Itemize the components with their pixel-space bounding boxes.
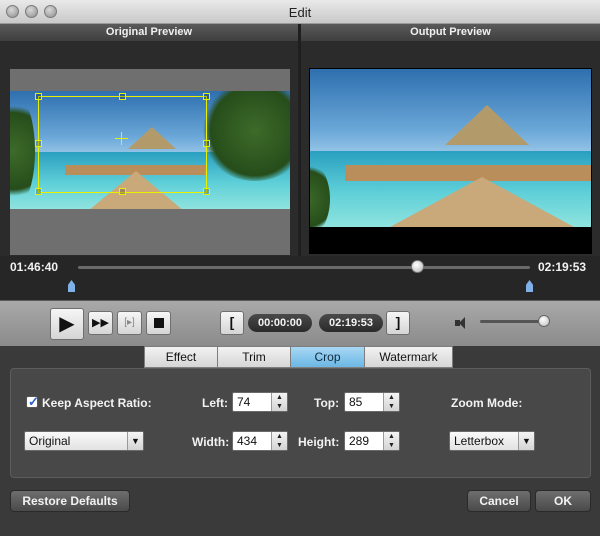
top-stepper[interactable]: 85 ▲ ▼ — [344, 392, 400, 412]
crop-handle-bottom-right[interactable] — [203, 188, 210, 195]
original-preview-header: Original Preview — [0, 24, 298, 41]
width-stepper[interactable]: 434 ▲ ▼ — [232, 431, 288, 451]
timeline-end-time: 02:19:53 — [538, 260, 587, 274]
crop-handle-left[interactable] — [35, 140, 42, 147]
original-preview-pane — [0, 41, 298, 256]
keep-aspect-label: Keep Aspect Ratio: — [42, 396, 152, 410]
title-bar: Edit — [0, 0, 600, 24]
frame-step-icon[interactable]: [▸] — [117, 311, 142, 335]
stop-icon[interactable] — [146, 311, 171, 335]
crop-handle-top[interactable] — [119, 93, 126, 100]
playhead-knob[interactable] — [411, 260, 424, 273]
left-value: 74 — [237, 395, 251, 409]
segment-end-time: 02:19:53 — [319, 314, 383, 332]
stepper-arrows-icon[interactable]: ▲ ▼ — [383, 393, 399, 411]
timeline-track[interactable] — [78, 266, 530, 269]
timeline — [0, 256, 600, 300]
tab-crop[interactable]: Crop — [290, 346, 365, 368]
aspect-select-value: Original — [29, 434, 71, 448]
left-label: Left: — [202, 396, 228, 410]
left-stepper[interactable]: 74 ▲ ▼ — [232, 392, 288, 412]
chevron-down-icon: ▼ — [518, 432, 534, 450]
aspect-select[interactable]: Original ▼ — [24, 431, 144, 451]
stepper-arrows-icon[interactable]: ▲ ▼ — [271, 393, 287, 411]
zoom-mode-label: Zoom Mode: — [451, 396, 523, 410]
height-value: 289 — [349, 434, 370, 448]
window-title: Edit — [288, 5, 312, 20]
fast-forward-icon[interactable]: ▶▶ — [88, 311, 113, 335]
tab-effect[interactable]: Effect — [144, 346, 218, 368]
crop-handle-top-right[interactable] — [203, 93, 210, 100]
stepper-arrows-icon[interactable]: ▲ ▼ — [271, 432, 287, 450]
width-label: Width: — [192, 435, 230, 449]
speaker-icon[interactable] — [454, 315, 470, 331]
keep-aspect-checkbox[interactable]: ✓ — [26, 394, 39, 409]
output-video-frame — [310, 69, 591, 227]
edit-window: Edit Original Preview Output Preview 01:… — [0, 0, 600, 536]
output-preview-pane — [301, 41, 600, 256]
top-value: 85 — [349, 395, 363, 409]
mark-in-button[interactable]: [ — [220, 311, 244, 335]
ok-button[interactable]: OK — [535, 490, 591, 512]
tab-watermark[interactable]: Watermark — [364, 346, 453, 368]
mark-out-button[interactable]: ] — [386, 311, 410, 335]
crop-panel: ✓ Keep Aspect Ratio: Original ▼ Left: 74… — [10, 368, 591, 478]
zoom-mode-select[interactable]: Letterbox ▼ — [449, 431, 535, 451]
crop-handle-bottom[interactable] — [119, 188, 126, 195]
timeline-start-time: 01:46:40 — [10, 260, 59, 274]
top-label: Top: — [314, 396, 340, 410]
play-icon[interactable]: ▶ — [50, 308, 84, 340]
crop-frame[interactable] — [38, 96, 207, 193]
width-value: 434 — [237, 434, 258, 448]
crop-handle-top-left[interactable] — [35, 93, 42, 100]
height-label: Height: — [298, 435, 340, 449]
zoom-mode-value: Letterbox — [454, 434, 505, 448]
playback-controls: ▶ ▶▶ [▸] [ 00:00:00 02:19:53 ] — [0, 300, 600, 346]
chevron-down-icon: ▼ — [127, 432, 143, 450]
height-stepper[interactable]: 289 ▲ ▼ — [344, 431, 400, 451]
segment-start-time: 00:00:00 — [248, 314, 312, 332]
tab-trim[interactable]: Trim — [217, 346, 291, 368]
crop-handle-right[interactable] — [203, 140, 210, 147]
output-preview-header: Output Preview — [301, 24, 600, 41]
crop-handle-bottom-left[interactable] — [35, 188, 42, 195]
cancel-button[interactable]: Cancel — [467, 490, 531, 512]
stepper-arrows-icon[interactable]: ▲ ▼ — [383, 432, 399, 450]
dialog-footer: Restore Defaults Cancel OK — [0, 478, 600, 536]
restore-defaults-button[interactable]: Restore Defaults — [10, 490, 130, 512]
